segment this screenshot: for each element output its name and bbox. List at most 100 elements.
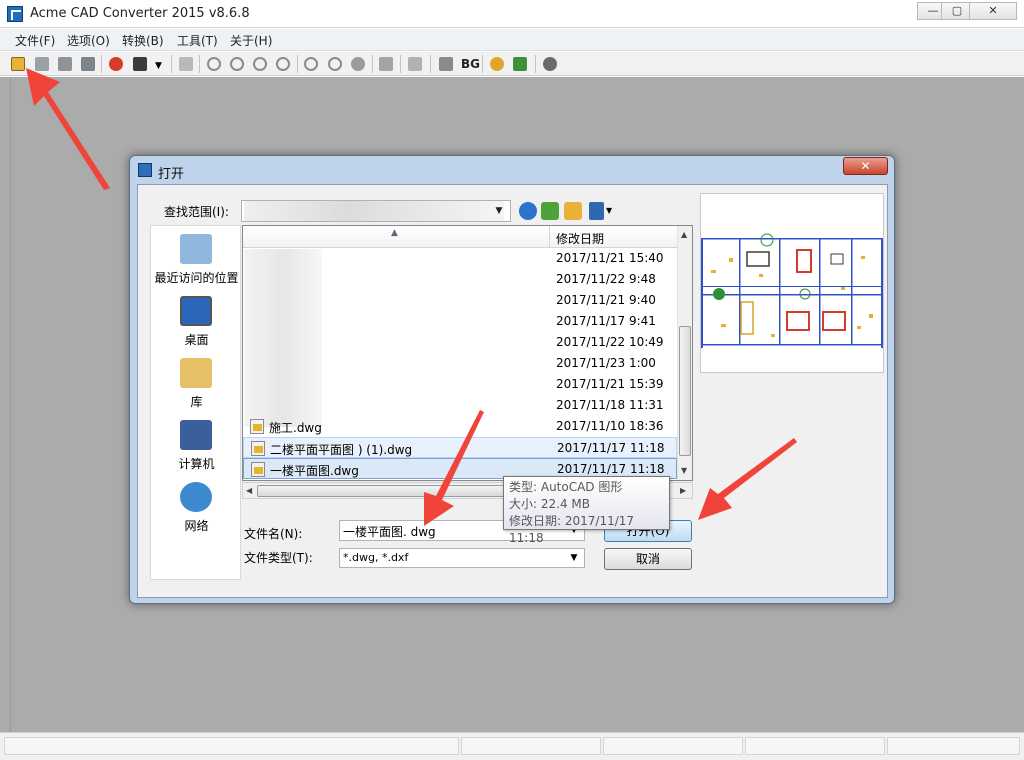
annotation-arrow-open-button: [698, 438, 797, 520]
menu-about[interactable]: 关于(H): [230, 32, 272, 49]
file-date: 2017/11/21 15:40: [556, 251, 664, 265]
place-recent[interactable]: 最近访问的位置: [151, 234, 242, 292]
file-name: 二楼平面平面图 ) (1).dwg: [270, 443, 413, 457]
status-bar: [0, 732, 1024, 760]
file-date: 2017/11/18 11:31: [556, 398, 664, 412]
drawing-preview: [700, 193, 884, 373]
chevron-down-icon[interactable]: ▼: [490, 201, 508, 221]
place-label: 最近访问的位置: [154, 271, 239, 285]
rotate-icon[interactable]: [377, 55, 395, 73]
place-computer[interactable]: 计算机: [151, 420, 242, 478]
look-in-label: 查找范围(I):: [164, 205, 229, 219]
redacted-file-names: [244, 249, 322, 427]
home-icon[interactable]: [511, 55, 529, 73]
status-cell-4: [745, 737, 885, 755]
file-date: 2017/11/10 18:36: [556, 419, 664, 433]
chevron-down-icon[interactable]: ▼: [606, 206, 612, 215]
look-in-redacted: [244, 201, 504, 221]
export-icon[interactable]: [131, 55, 149, 73]
vertical-scrollbar[interactable]: ▲ ▼: [677, 226, 692, 480]
column-date-modified[interactable]: 修改日期: [556, 230, 604, 247]
zoom-previous-icon[interactable]: [302, 55, 320, 73]
recent-places-icon: [180, 234, 212, 264]
file-type-select[interactable]: *.dwg, *.dxf: [339, 548, 585, 568]
scroll-up-icon[interactable]: ▲: [681, 230, 687, 239]
file-date: 2017/11/22 9:48: [556, 272, 656, 286]
dialog-close-button[interactable]: ✕: [843, 157, 888, 175]
tooltip-type: 类型: AutoCAD 图形: [509, 480, 623, 494]
background-icon[interactable]: [437, 55, 455, 73]
file-date: 2017/11/23 1:00: [556, 356, 656, 370]
chevron-down-icon[interactable]: ▼: [566, 549, 582, 567]
file-date: 2017/11/17 9:41: [556, 314, 656, 328]
dwg-file-icon: [250, 419, 264, 434]
layers-icon[interactable]: [406, 55, 424, 73]
menu-bar: 文件(F) 选项(O) 转换(B) 工具(T) 关于(H): [0, 29, 1024, 51]
bg-toggle-button[interactable]: BG: [461, 57, 480, 71]
pan-icon[interactable]: [349, 55, 367, 73]
place-libraries[interactable]: 库: [151, 358, 242, 416]
cancel-button[interactable]: 取消: [604, 548, 692, 570]
file-date: 2017/11/17 11:18: [557, 441, 665, 455]
new-folder-icon[interactable]: [564, 202, 582, 220]
sort-up-icon[interactable]: ▲: [391, 228, 398, 238]
up-folder-icon[interactable]: [541, 202, 559, 220]
file-type-label: 文件类型(T):: [244, 551, 313, 565]
zoom-out-icon[interactable]: [205, 55, 223, 73]
view-menu-icon[interactable]: [589, 202, 604, 220]
floor-plan-thumbnail: [701, 233, 883, 348]
menu-options[interactable]: 选项(O): [67, 32, 110, 49]
dwg-file-icon: [251, 462, 265, 477]
file-name: 施工.dwg: [269, 421, 322, 435]
file-name: 一楼平面图.dwg: [270, 464, 359, 478]
file-date: 2017/11/22 10:49: [556, 335, 664, 349]
desktop-icon: [180, 296, 212, 326]
place-desktop[interactable]: 桌面: [151, 296, 242, 354]
zoom-in-icon[interactable]: [228, 55, 246, 73]
annotation-arrow-filename: [424, 410, 484, 526]
status-cell-2: [461, 737, 601, 755]
file-name-label: 文件名(N):: [244, 527, 303, 541]
zoom-window-icon[interactable]: [251, 55, 269, 73]
column-divider: [549, 226, 550, 248]
back-icon[interactable]: [519, 202, 537, 220]
dialog-titlebar: 打开 ✕: [130, 156, 894, 184]
menu-tools[interactable]: 工具(T): [177, 32, 218, 49]
column-header: ▲ 修改日期: [243, 226, 677, 248]
scroll-right-icon[interactable]: ▶: [680, 486, 686, 495]
file-info-tooltip: 类型: AutoCAD 图形 大小: 22.4 MB 修改日期: 2017/11…: [503, 476, 670, 545]
file-date: 2017/11/21 9:40: [556, 293, 656, 307]
zoom-realtime-icon[interactable]: [326, 55, 344, 73]
place-label: 库: [190, 395, 203, 409]
status-cell-main: [4, 737, 459, 755]
vertical-scroll-thumb[interactable]: [679, 326, 691, 456]
computer-icon: [180, 420, 212, 450]
about-icon[interactable]: [541, 55, 559, 73]
place-label: 网络: [184, 519, 209, 533]
file-date: 2017/11/17 11:18: [557, 462, 665, 476]
menu-file[interactable]: 文件(F): [15, 32, 55, 49]
tooltip-size: 大小: 22.4 MB: [509, 497, 590, 511]
app-titlebar: Acme CAD Converter 2015 v8.6.8 — ▢ ✕: [0, 0, 1024, 28]
annotation-arrow-open: [26, 68, 110, 190]
libraries-icon: [180, 358, 212, 388]
menu-convert[interactable]: 转换(B): [122, 32, 164, 49]
dialog-title: 打开: [158, 167, 185, 182]
zoom-extents-icon[interactable]: [274, 55, 292, 73]
place-label: 计算机: [178, 457, 215, 471]
place-network[interactable]: 网络: [151, 482, 242, 540]
dialog-app-icon: [138, 163, 152, 177]
scroll-left-icon[interactable]: ◀: [246, 486, 252, 495]
close-button[interactable]: ✕: [969, 2, 1017, 20]
chevron-down-icon[interactable]: ▼: [151, 55, 169, 73]
app-logo-icon: [7, 6, 23, 22]
print-icon[interactable]: [177, 55, 195, 73]
left-panel-edge: [0, 77, 11, 732]
help-icon[interactable]: [488, 55, 506, 73]
tooltip-modified: 修改日期: 2017/11/17 11:18: [509, 514, 635, 545]
status-cell-3: [603, 737, 743, 755]
scroll-down-icon[interactable]: ▼: [681, 466, 687, 475]
file-date: 2017/11/21 15:39: [556, 377, 664, 391]
network-icon: [180, 482, 212, 512]
app-title: Acme CAD Converter 2015 v8.6.8: [30, 6, 250, 21]
